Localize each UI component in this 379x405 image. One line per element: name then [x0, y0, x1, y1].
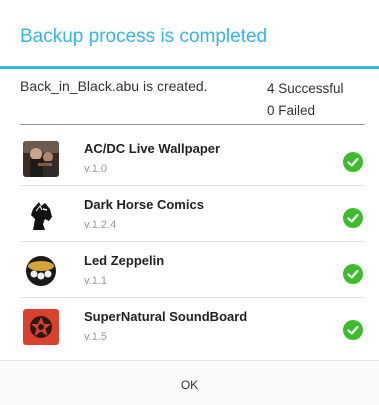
app-version: v.1.0 [84, 163, 108, 175]
band-photo-icon [23, 141, 59, 177]
successful-count: 4 Successful [267, 81, 344, 96]
app-version: v.1.2.4 [84, 219, 117, 231]
success-check-icon [343, 208, 363, 228]
failed-count: 0 Failed [267, 103, 316, 118]
list-item[interactable]: Dark Horse Comics v.1.2.4 [0, 186, 379, 242]
success-check-icon [343, 264, 363, 284]
app-version: v.1.1 [84, 275, 108, 287]
app-list: AC/DC Live Wallpaper v.1.0 Dark Horse Co… [0, 130, 379, 354]
dialog-footer: OK [0, 360, 379, 405]
pentagram-icon [23, 309, 59, 345]
title-divider [0, 66, 379, 69]
success-check-icon [343, 152, 363, 172]
summary-counts: 4 Successful 0 Failed [267, 78, 365, 122]
list-item[interactable]: AC/DC Live Wallpaper v.1.0 [0, 130, 379, 186]
app-name: Led Zeppelin [84, 253, 165, 268]
backup-summary: Back_in_Black.abu is created. 4 Successf… [0, 70, 379, 120]
app-name: AC/DC Live Wallpaper [84, 141, 221, 156]
dialog-title: Backup process is completed [20, 26, 268, 47]
summary-message: Back_in_Black.abu is created. [20, 78, 208, 94]
horse-head-icon [23, 197, 59, 233]
summary-divider [20, 124, 365, 125]
backup-complete-dialog: Backup process is completed Back_in_Blac… [0, 0, 379, 405]
app-name: Dark Horse Comics [84, 197, 204, 212]
dialog-header: Backup process is completed [0, 0, 379, 70]
success-check-icon [343, 320, 363, 340]
zeppelin-logo-icon [23, 253, 59, 289]
app-version: v.1.5 [84, 331, 108, 343]
list-item[interactable]: SuperNatural SoundBoard v.1.5 [0, 298, 379, 354]
list-item[interactable]: Led Zeppelin v.1.1 [0, 242, 379, 298]
ok-button[interactable]: OK [0, 361, 379, 405]
app-name: SuperNatural SoundBoard [84, 309, 248, 324]
